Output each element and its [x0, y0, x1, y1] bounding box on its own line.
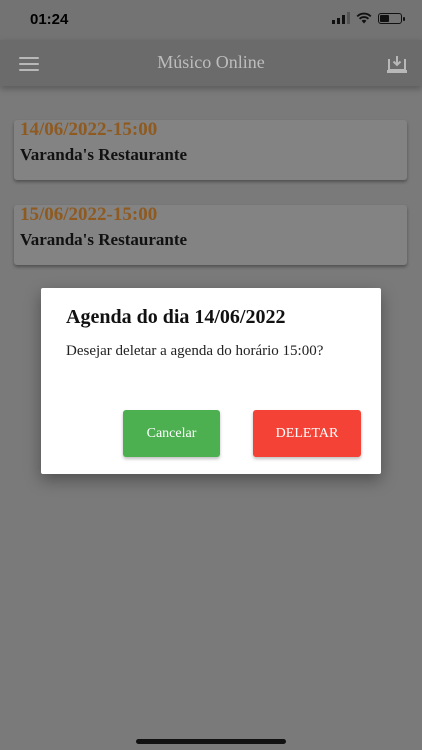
agenda-date: 15/06/2022-15:00 [20, 204, 158, 225]
agenda-card[interactable]: 15/06/2022-15:00 Varanda's Restaurante [14, 204, 407, 265]
agenda-date: 14/06/2022-15:00 [20, 119, 158, 140]
cancel-button[interactable]: Cancelar [123, 410, 220, 457]
wifi-icon [356, 12, 372, 24]
agenda-card[interactable]: 14/06/2022-15:00 Varanda's Restaurante [14, 119, 407, 180]
agenda-place: Varanda's Restaurante [20, 230, 188, 249]
home-indicator [136, 739, 286, 744]
battery-level [380, 14, 389, 22]
delete-dialog: Agenda do dia 14/06/2022 Desejar deletar… [41, 288, 381, 474]
app-title: Músico Online [157, 52, 265, 72]
battery-icon [378, 12, 405, 24]
download-icon[interactable] [386, 53, 408, 75]
delete-button[interactable]: DELETAR [253, 410, 361, 457]
dialog-message: Desejar deletar a agenda do horário 15:0… [66, 343, 324, 359]
status-time: 01:24 [30, 11, 69, 28]
agenda-place: Varanda's Restaurante [20, 145, 188, 164]
status-icons [332, 12, 405, 24]
signal-icon [332, 12, 350, 24]
app-bar: Músico Online [0, 40, 422, 86]
dialog-title: Agenda do dia 14/06/2022 [66, 306, 286, 328]
status-bar: 01:24 [0, 0, 422, 40]
